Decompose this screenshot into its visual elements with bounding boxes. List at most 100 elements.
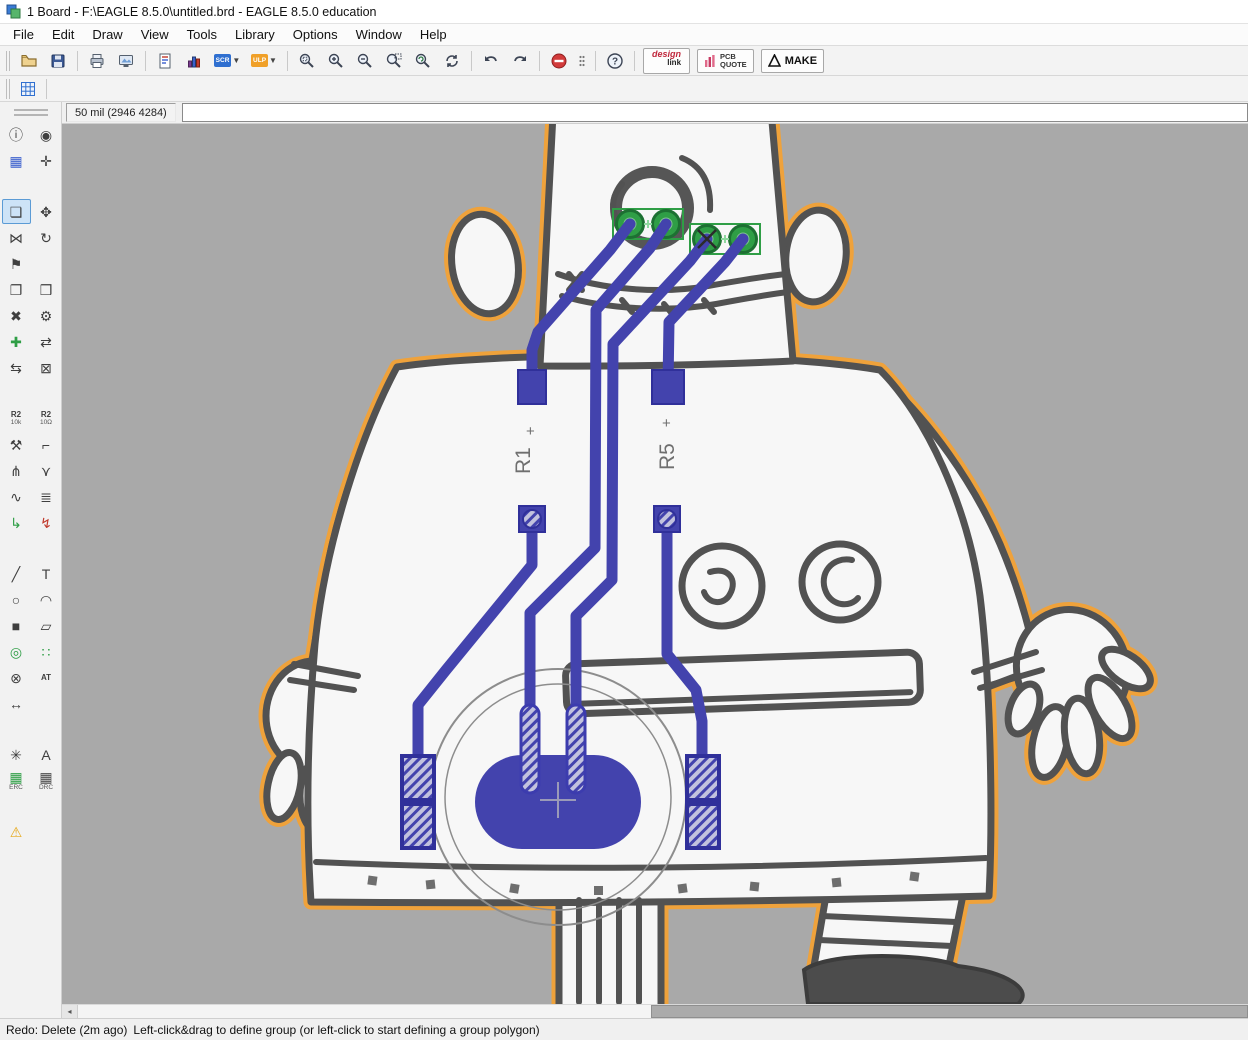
mark-tool[interactable]: ✛ [32, 148, 61, 173]
value-tag-tool[interactable]: R2 10Ω [32, 406, 61, 431]
menu-edit[interactable]: Edit [43, 25, 83, 44]
display-layers-tool[interactable]: ▦ [2, 148, 31, 173]
miter-tool[interactable]: ⌐ [32, 432, 61, 457]
autoroute-tool[interactable]: A [32, 742, 61, 767]
route-tool[interactable]: ↳ [2, 510, 31, 535]
ulp-icon: ULP [251, 54, 269, 67]
menu-window[interactable]: Window [347, 25, 411, 44]
via-tool[interactable]: ◎ [2, 639, 31, 664]
library-button[interactable] [180, 48, 208, 74]
toolbar-overflow-button[interactable] [574, 48, 590, 74]
help-button[interactable]: ? [601, 48, 629, 74]
mirror-tool[interactable]: ⋈ [2, 225, 31, 250]
replace-tool[interactable]: ⇄ [32, 329, 61, 354]
arc-tool[interactable]: ◠ [32, 587, 61, 612]
errors-tool[interactable]: ⚠ [2, 819, 31, 844]
scrollbar-thumb[interactable] [651, 1005, 1248, 1018]
menu-tools[interactable]: Tools [178, 25, 226, 44]
ripup-tool[interactable]: ↯ [32, 510, 61, 535]
ratsnest-tool[interactable]: ✳ [2, 742, 31, 767]
horizontal-scrollbar[interactable]: ◂ [62, 1004, 1248, 1018]
pinswap-tool[interactable]: ⇆ [2, 355, 31, 380]
rect-tool[interactable]: ■ [2, 613, 31, 638]
info-tool[interactable]: ⓘ [2, 122, 31, 147]
show-tool[interactable]: ◉ [32, 122, 61, 147]
drc-tool[interactable]: ▦ DRC [32, 768, 61, 793]
smd-pad-r1[interactable] [517, 369, 547, 405]
polygon-tool[interactable]: ▱ [32, 613, 61, 638]
undo-button[interactable] [477, 48, 505, 74]
menu-file[interactable]: File [4, 25, 43, 44]
script-button[interactable] [151, 48, 179, 74]
refresh-button[interactable] [438, 48, 466, 74]
robot-belly-circle-left [678, 542, 766, 630]
toolbar-grip[interactable] [5, 78, 12, 99]
smd-tool[interactable]: ∷ [32, 639, 61, 664]
smd-pad-r5[interactable] [651, 369, 685, 405]
menu-help[interactable]: Help [411, 25, 456, 44]
run-ulp-dropdown[interactable]: ULP ▼ [246, 48, 282, 74]
align-tool[interactable]: ≣ [32, 484, 61, 509]
add-tool[interactable]: ✚ [2, 329, 31, 354]
text-tool[interactable]: T [32, 561, 61, 586]
split-tool[interactable]: ⋔ [2, 458, 31, 483]
lock-tool[interactable]: ⊠ [32, 355, 61, 380]
status-redo-text: Redo: Delete (2m ago) [6, 1022, 128, 1037]
make-button[interactable]: MAKE [760, 48, 825, 73]
board-canvas[interactable]: R1 + R5 + [62, 124, 1248, 1004]
pcb-quote-button[interactable]: PCB QUOTE [697, 48, 754, 73]
toolbar-grip[interactable] [5, 50, 12, 71]
scrollbar-track[interactable] [78, 1005, 1248, 1018]
copy-tool[interactable]: ❐ [2, 277, 31, 302]
delete-tool[interactable]: ✖ [2, 303, 31, 328]
redo-button[interactable] [506, 48, 534, 74]
circle-tool[interactable]: ○ [2, 587, 31, 612]
erc-tool[interactable]: ▦ ERC [2, 768, 31, 793]
optimize-tool[interactable]: ⋎ [32, 458, 61, 483]
menu-view[interactable]: View [132, 25, 178, 44]
smash-tool[interactable]: ⚒ [2, 432, 31, 457]
zoom-fit-button[interactable] [293, 48, 321, 74]
hole-tool[interactable]: ⊗ [2, 665, 31, 690]
zoom-in-button[interactable] [322, 48, 350, 74]
name-tool[interactable]: ⚑ [2, 251, 31, 276]
drc-icon: ▦ [39, 768, 53, 785]
cam-processor-button[interactable] [112, 48, 140, 74]
command-row: 50 mil (2946 4284) [62, 102, 1248, 124]
name-icon: ⚑ [9, 255, 23, 272]
scroll-left-button[interactable]: ◂ [62, 1005, 78, 1018]
name-tag-tool[interactable]: R2 10k [2, 406, 31, 431]
grid-settings-button[interactable] [14, 76, 42, 102]
wire-tool[interactable]: ╱ [2, 561, 31, 586]
zoom-redraw-button[interactable] [409, 48, 437, 74]
zoom-select-button[interactable] [380, 48, 408, 74]
save-button[interactable] [44, 48, 72, 74]
stop-button[interactable] [545, 48, 573, 74]
battery-pad[interactable] [565, 703, 587, 795]
paste-tool[interactable]: ❒ [32, 277, 61, 302]
battery-pad[interactable] [519, 703, 541, 795]
design-link-button[interactable]: design link [643, 47, 691, 74]
menu-bar: File Edit Draw View Tools Library Options Windo… [0, 24, 1248, 46]
connector-left[interactable] [400, 754, 436, 850]
menu-draw[interactable]: Draw [83, 25, 131, 44]
zoom-out-button[interactable] [351, 48, 379, 74]
board-drawing[interactable]: R1 + R5 + [62, 124, 1248, 1004]
connector-right[interactable] [685, 754, 721, 850]
print-button[interactable] [83, 48, 111, 74]
menu-library[interactable]: Library [226, 25, 284, 44]
open-button[interactable] [15, 48, 43, 74]
attribute-tool[interactable]: AT [32, 665, 61, 690]
overflow-dots-icon [579, 55, 585, 66]
group-tool[interactable]: ❏ [1, 199, 31, 224]
signal-tool[interactable]: ↔ [2, 691, 31, 716]
sidebar-drag-handle[interactable] [13, 106, 48, 120]
rotate-tool[interactable]: ↻ [32, 225, 61, 250]
change-tool[interactable]: ⚙ [32, 303, 61, 328]
menu-options[interactable]: Options [284, 25, 347, 44]
move-tool[interactable]: ✥ [32, 199, 61, 224]
command-input[interactable] [181, 103, 1248, 122]
erc-icon: ▦ [9, 768, 23, 785]
run-script-dropdown[interactable]: SCR ▼ [209, 48, 245, 74]
meander-tool[interactable]: ∿ [2, 484, 31, 509]
